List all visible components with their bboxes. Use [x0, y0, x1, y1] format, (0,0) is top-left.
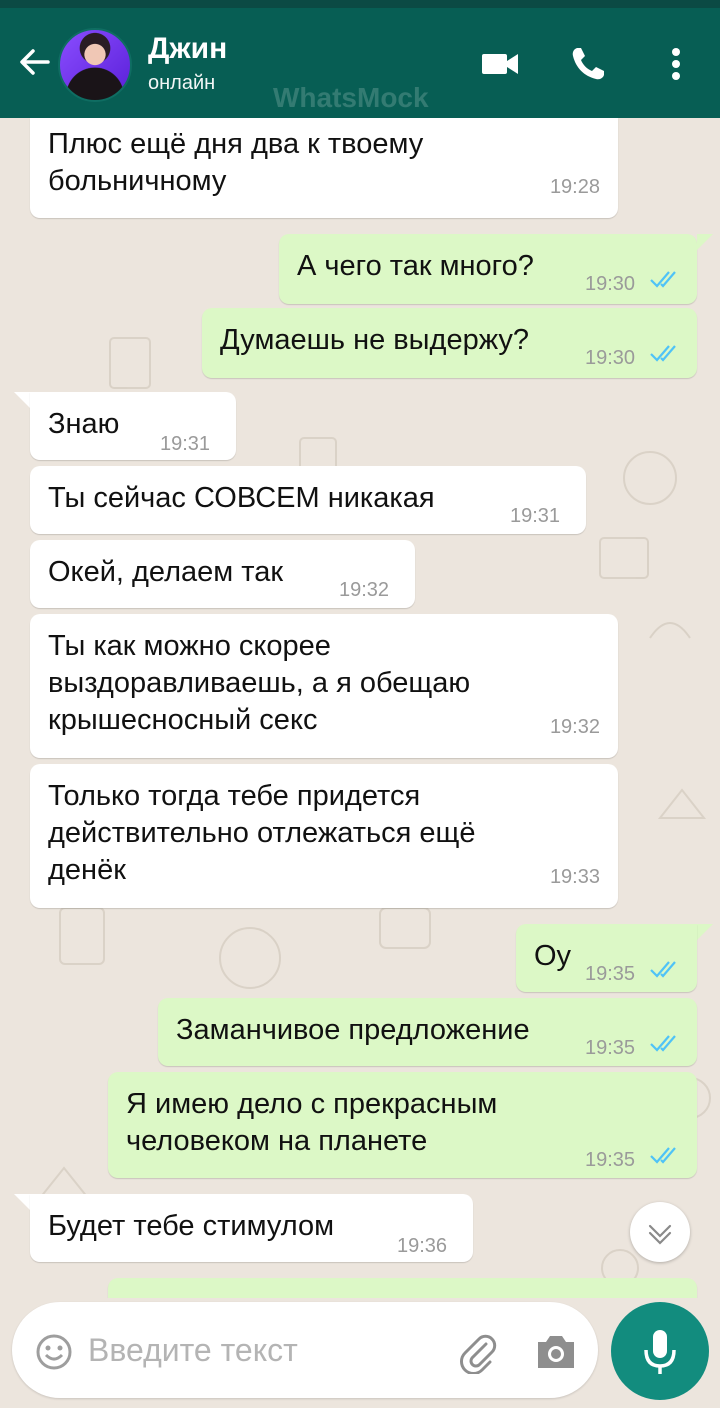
message-time: 19:35: [585, 1037, 636, 1059]
bubble-tail: [697, 924, 713, 940]
chat-header: Джин онлайн WhatsMock: [0, 8, 720, 118]
message-in[interactable]: Плюс ещё дня два к твоему больничному 19…: [30, 118, 618, 218]
message-time: 19:32: [339, 579, 390, 601]
message-time: 19:31: [510, 505, 561, 527]
message-in[interactable]: Знаю 19:31: [30, 392, 236, 460]
message-text: Плюс ещё дня два к твоему больничному: [48, 128, 424, 197]
message-text: Ты как можно скорее выздоравливаешь, а я…: [48, 630, 471, 736]
message-list[interactable]: Плюс ещё дня два к твоему больничному 19…: [0, 118, 720, 1298]
message-text: Оу: [534, 940, 572, 972]
message-in[interactable]: Окей, делаем так 19:32: [30, 540, 415, 608]
back-arrow-icon[interactable]: [14, 42, 54, 82]
message-text: Заманчивое предложение: [176, 1014, 530, 1046]
message-text: Знаю: [48, 408, 120, 440]
message-in[interactable]: Ты сейчас СОВСЕМ никакая 19:31: [30, 466, 586, 534]
message-time: 19:28: [549, 176, 600, 198]
message-text: Думаешь не выдержу?: [220, 324, 530, 356]
message-time: 19:32: [549, 716, 600, 738]
double-check-icon: [650, 1147, 676, 1164]
double-check-icon: [650, 961, 676, 978]
message-composer[interactable]: Введите текст: [12, 1302, 598, 1398]
status-bar: [0, 0, 720, 8]
message-time: 19:30: [585, 273, 636, 295]
watermark: WhatsMock: [273, 82, 429, 113]
more-vert-icon[interactable]: [656, 44, 696, 84]
message-out[interactable]: Заманчивое предложение 19:35: [158, 998, 697, 1066]
message-out[interactable]: А чего так много? 19:30: [279, 234, 697, 304]
message-in[interactable]: Ты как можно скорее выздоравливаешь, а я…: [30, 614, 618, 758]
message-text: Я имею дело с прекрасным человеком на пл…: [126, 1088, 498, 1157]
scroll-to-bottom-button[interactable]: [630, 1202, 690, 1262]
message-in[interactable]: Только тогда тебе придется действительно…: [30, 764, 618, 908]
double-check-icon: [650, 345, 676, 362]
message-out[interactable]: Я имею дело с прекрасным человеком на пл…: [108, 1072, 697, 1178]
chevron-down-icon: [648, 1224, 672, 1245]
message-text: Будет тебе стимулом: [48, 1210, 335, 1242]
message-text: Ты сейчас СОВСЕМ никакая: [48, 482, 435, 514]
message-time: 19:31: [160, 433, 211, 455]
bubble-tail: [14, 1194, 30, 1210]
double-check-icon: [650, 1035, 676, 1052]
phone-icon[interactable]: [568, 44, 608, 84]
contact-name[interactable]: Джин: [148, 32, 227, 66]
message-time: 19:30: [585, 347, 636, 369]
message-text: А чего так много?: [297, 250, 534, 282]
message-out-partial[interactable]: [108, 1278, 697, 1298]
avatar[interactable]: [58, 28, 132, 102]
message-out[interactable]: Думаешь не выдержу? 19:30: [202, 308, 697, 378]
message-text: Только тогда тебе придется действительно…: [48, 780, 476, 886]
camera-icon[interactable]: [532, 1330, 580, 1374]
message-time: 19:33: [549, 866, 600, 888]
attach-icon[interactable]: [456, 1330, 500, 1374]
message-in[interactable]: Будет тебе стимулом 19:36: [30, 1194, 473, 1262]
bubble-tail: [14, 392, 30, 408]
mic-button[interactable]: [611, 1302, 709, 1400]
message-time: 19:36: [397, 1235, 448, 1257]
message-input[interactable]: Введите текст: [88, 1332, 298, 1369]
message-text: Окей, делаем так: [48, 556, 284, 588]
bubble-tail: [697, 234, 713, 250]
message-time: 19:35: [585, 1149, 636, 1171]
double-check-icon: [650, 271, 676, 288]
contact-status: онлайн: [148, 72, 216, 94]
video-call-icon[interactable]: [480, 44, 520, 84]
mic-icon: [644, 1330, 676, 1374]
message-time: 19:35: [585, 963, 636, 985]
message-out[interactable]: Оу 19:35: [516, 924, 697, 992]
emoji-icon[interactable]: [34, 1332, 74, 1372]
